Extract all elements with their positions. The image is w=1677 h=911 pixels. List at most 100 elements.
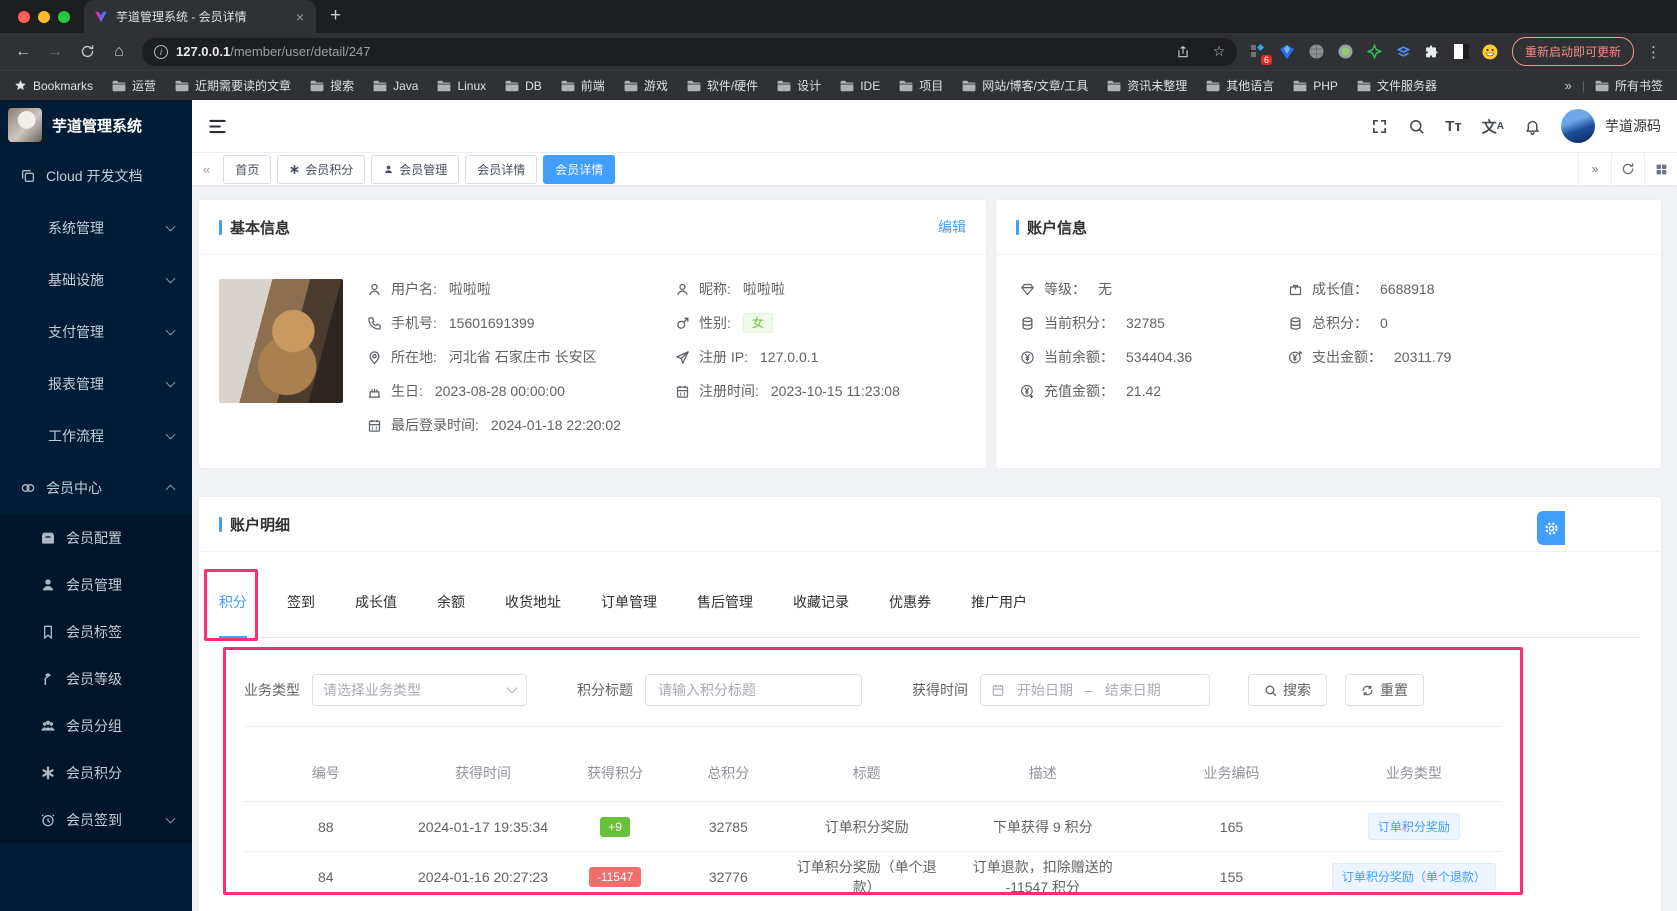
sidebar-item-cloud-docs[interactable]: Cloud 开发文档 [0, 150, 192, 202]
sidebar-group-payment[interactable]: 支付管理 [0, 306, 192, 358]
bookmark-folder[interactable]: 其他语言 [1206, 77, 1274, 94]
sidebar-item-member-signin[interactable]: 会员签到 [0, 796, 192, 843]
search-button[interactable]: 搜索 [1248, 674, 1327, 706]
start-date-input[interactable] [1009, 682, 1081, 698]
tag-chip-home[interactable]: 首页 [223, 155, 271, 184]
browser-menu-icon[interactable]: ⋮ [1638, 43, 1669, 61]
language-icon[interactable]: 文A [1482, 116, 1504, 137]
tab-aftersale[interactable]: 售后管理 [697, 566, 753, 637]
chrome-update-button[interactable]: 重新启动即可更新 [1512, 37, 1634, 66]
bookmark-folder[interactable]: 项目 [899, 77, 943, 94]
bookmark-folder[interactable]: IDE [840, 79, 880, 93]
tab-close-icon[interactable]: × [294, 9, 306, 25]
bookmark-folder[interactable]: 前端 [561, 77, 605, 94]
font-size-icon[interactable]: Tт [1445, 118, 1462, 135]
bookmark-folder[interactable]: Java [373, 79, 418, 93]
reload-icon[interactable] [72, 38, 102, 66]
refresh-icon[interactable] [1611, 153, 1644, 185]
bookmark-folder[interactable]: Linux [437, 79, 486, 93]
notification-bell-icon[interactable] [1524, 118, 1541, 135]
sidebar-group-system[interactable]: 系统管理 [0, 202, 192, 254]
extension-emoji-icon[interactable] [1477, 38, 1504, 66]
home-icon[interactable]: ⌂ [104, 38, 134, 66]
tab-points[interactable]: 积分 [219, 566, 247, 637]
extension-layers-icon[interactable] [1390, 38, 1417, 66]
window-close-button[interactable] [18, 11, 30, 23]
forward-icon[interactable]: → [40, 38, 70, 66]
tab-promoted-users[interactable]: 推广用户 [971, 566, 1027, 637]
tab-coupons[interactable]: 优惠券 [889, 566, 931, 637]
window-zoom-button[interactable] [58, 11, 70, 23]
extension-blue-icon[interactable] [1274, 38, 1301, 66]
bookmark-folder[interactable]: 设计 [777, 77, 821, 94]
sidebar-item-member-points[interactable]: 会员积分 [0, 749, 192, 796]
back-icon[interactable]: ← [8, 38, 38, 66]
bookmark-folder[interactable]: PHP [1293, 79, 1338, 93]
bookmark-folder[interactable]: 运营 [112, 77, 156, 94]
biz-type-select[interactable]: 请选择业务类型 [312, 674, 527, 706]
app-logo[interactable]: 芋道管理系统 [0, 100, 192, 150]
address-bar[interactable]: i 127.0.0.1/member/user/detail/247 ☆ [142, 38, 1237, 66]
date-range-picker[interactable]: – [980, 674, 1210, 706]
sidebar-group-member-center[interactable]: 会员中心 [0, 462, 192, 514]
table-row[interactable]: 88 2024-01-17 19:35:34 +9 32785 订单积分奖励 下… [244, 801, 1502, 851]
bookmark-folder[interactable]: 游戏 [624, 77, 668, 94]
sidebar-group-workflow[interactable]: 工作流程 [0, 410, 192, 462]
sidebar-group-infra[interactable]: 基础设施 [0, 254, 192, 306]
sidebar-item-member-manage[interactable]: 会员管理 [0, 561, 192, 608]
extension-gray-globe-icon[interactable] [1303, 38, 1330, 66]
bookmark-folder[interactable]: 网站/博客/文章/工具 [962, 77, 1088, 94]
sidebar-item-member-config[interactable]: 会员配置 [0, 514, 192, 561]
user-avatar[interactable] [1561, 109, 1595, 143]
search-icon[interactable] [1408, 118, 1425, 135]
extension-green-star-icon[interactable] [1361, 38, 1388, 66]
bookmarks-overflow-chevron[interactable]: » [1565, 78, 1572, 93]
tab-address[interactable]: 收货地址 [505, 566, 561, 637]
all-bookmarks-item[interactable]: 所有书签 [1595, 77, 1663, 94]
bookmark-folder[interactable]: 近期需要读的文章 [175, 77, 291, 94]
tag-chip-member-manage[interactable]: 会员管理 [371, 155, 459, 184]
tab-favorites[interactable]: 收藏记录 [793, 566, 849, 637]
share-icon[interactable] [1169, 39, 1197, 65]
bookmark-folder[interactable]: 软件/硬件 [687, 77, 758, 94]
tab-orders[interactable]: 订单管理 [601, 566, 657, 637]
new-tab-button[interactable]: + [316, 5, 355, 33]
sidebar-group-report[interactable]: 报表管理 [0, 358, 192, 410]
site-info-icon[interactable]: i [154, 45, 168, 59]
edit-button[interactable]: 编辑 [938, 217, 966, 237]
end-date-input[interactable] [1097, 682, 1169, 698]
layout-grid-icon[interactable] [1644, 153, 1677, 185]
sidebar-item-label: 会员管理 [66, 575, 122, 595]
bookmark-star-icon[interactable]: ☆ [1205, 39, 1233, 65]
fullscreen-icon[interactable] [1371, 118, 1388, 135]
tab-growth[interactable]: 成长值 [355, 566, 397, 637]
reset-button[interactable]: 重置 [1345, 674, 1424, 706]
extension-sidebar-icon[interactable] [1448, 38, 1475, 66]
table-row[interactable]: 84 2024-01-16 20:27:23 -11547 32776 订单积分… [244, 851, 1502, 895]
points-title-input[interactable] [646, 675, 861, 705]
bookmarks-manager-item[interactable]: Bookmarks [14, 79, 93, 93]
tags-right-chevron[interactable]: » [1578, 153, 1611, 185]
window-minimize-button[interactable] [38, 11, 50, 23]
tag-chip-member-detail[interactable]: 会员详情 [465, 155, 537, 184]
theme-settings-button[interactable] [1537, 511, 1565, 545]
browser-tab[interactable]: 芋道管理系统 - 会员详情 × [84, 0, 316, 33]
extensions-puzzle-icon[interactable] [1419, 38, 1446, 66]
extension-tampermonkey-icon[interactable]: 6 [1245, 38, 1272, 66]
tags-left-chevron[interactable]: « [196, 162, 217, 177]
sidebar-item-member-level[interactable]: 会员等级 [0, 655, 192, 702]
tab-signin[interactable]: 签到 [287, 566, 315, 637]
header-username[interactable]: 芋道源码 [1605, 116, 1661, 136]
bookmark-folder[interactable]: 资讯未整理 [1107, 77, 1187, 94]
sidebar-item-member-group[interactable]: 会员分组 [0, 702, 192, 749]
bookmark-folder[interactable]: DB [505, 79, 542, 93]
url-text[interactable]: 127.0.0.1/member/user/detail/247 [176, 44, 1161, 59]
collapse-menu-icon[interactable] [208, 117, 227, 136]
tag-chip-member-points[interactable]: 会员积分 [277, 155, 365, 184]
bookmark-folder[interactable]: 搜索 [310, 77, 354, 94]
bookmark-folder[interactable]: 文件服务器 [1357, 77, 1437, 94]
sidebar-item-member-tag[interactable]: 会员标签 [0, 608, 192, 655]
tag-chip-member-detail-active[interactable]: 会员详情 [543, 155, 615, 184]
tab-balance[interactable]: 余额 [437, 566, 465, 637]
extension-green-circle-icon[interactable] [1332, 38, 1359, 66]
